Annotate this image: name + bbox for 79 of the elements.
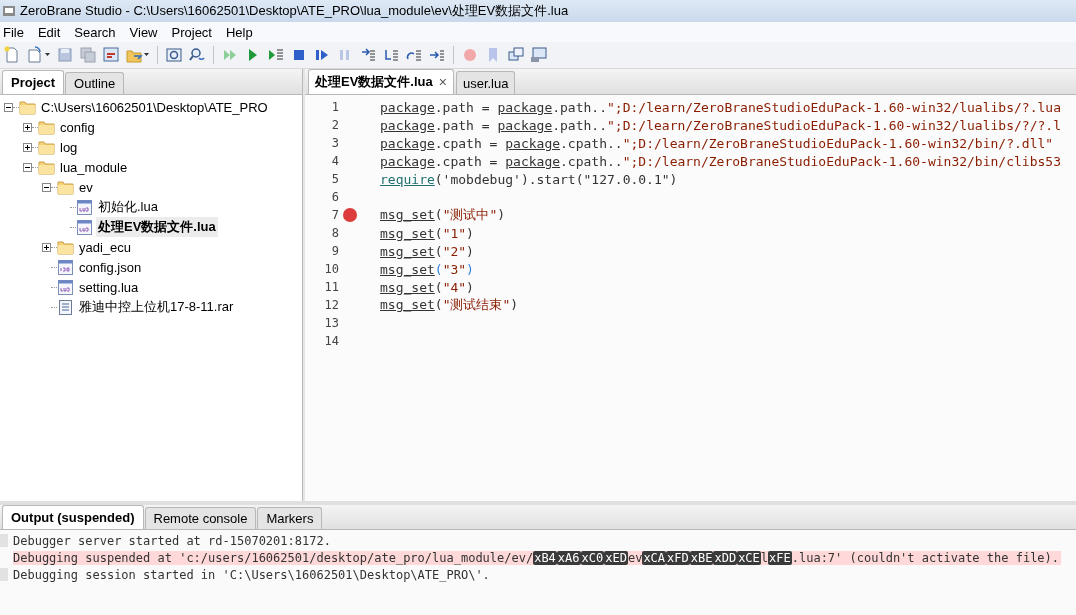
line-number: 13 bbox=[323, 316, 339, 330]
window-title: ZeroBrane Studio - C:\Users\16062501\Desktop\ATE_PRO\lua_module\ev\处理EV数据文件.lua bbox=[20, 2, 569, 20]
line-number: 5 bbox=[330, 172, 339, 186]
text-file-icon bbox=[57, 299, 74, 315]
window-list-icon[interactable] bbox=[102, 46, 120, 64]
menu-item[interactable]: Edit bbox=[34, 24, 68, 40]
code-line: package.cpath = package.cpath..";D:/learn/ZeroBraneStudioEduPack-1.60-win32/bin/clibs53 bbox=[380, 153, 1061, 169]
line-number: 1 bbox=[330, 100, 339, 114]
code-line: msg_set("4") bbox=[380, 279, 474, 295]
folder-icon bbox=[38, 159, 55, 175]
editor-tab[interactable]: 处理EV数据文件.lua × bbox=[308, 69, 454, 94]
line-number: 3 bbox=[330, 136, 339, 150]
lua-file-icon bbox=[76, 219, 93, 235]
tab-label[interactable]: user.lua bbox=[462, 75, 509, 91]
code-line: msg_set("测试结束") bbox=[380, 296, 519, 314]
expand-icon[interactable] bbox=[42, 242, 51, 252]
code-line: msg_set("测试中") bbox=[380, 206, 506, 224]
step-into-icon[interactable] bbox=[359, 46, 377, 64]
open-file-icon[interactable] bbox=[26, 46, 44, 64]
monitor-icon[interactable] bbox=[530, 46, 548, 64]
code-line: msg_set("1") bbox=[380, 225, 474, 241]
breakpoint-icon[interactable] bbox=[343, 208, 357, 222]
code-line: package.path = package.path..";D:/learn/ZeroBraneStudioEduPack-1.60-win32/lualibs/?/?.l bbox=[380, 117, 1061, 133]
code-line: package.cpath = package.cpath..";D:/learn/ZeroBraneStudioEduPack-1.60-win32/bin/?.dll" bbox=[380, 135, 1054, 151]
lua-file-icon bbox=[57, 279, 74, 295]
line-number: 12 bbox=[323, 298, 339, 312]
line-number: 9 bbox=[330, 244, 339, 258]
find-icon[interactable] bbox=[165, 46, 183, 64]
tree-item[interactable]: setting.lua bbox=[77, 278, 141, 296]
code-line: msg_set("2") bbox=[380, 243, 474, 259]
line-number: 10 bbox=[323, 262, 339, 276]
line-number: 7 bbox=[330, 208, 339, 222]
code-line: package.path = package.path..";D:/learn/ZeroBraneStudioEduPack-1.60-win32/lualibs/?.lua bbox=[380, 99, 1061, 115]
tree-item[interactable]: 雅迪中控上位机17-8-11.rar bbox=[77, 297, 236, 317]
tree-item[interactable]: C:\Users\16062501\Desktop\ATE_PRO bbox=[39, 98, 270, 116]
tree-item[interactable]: log bbox=[58, 138, 80, 156]
code-line: require('mobdebug').start("127.0.0.1") bbox=[380, 171, 678, 187]
collapse-icon[interactable] bbox=[23, 162, 32, 172]
line-number: 14 bbox=[323, 334, 339, 348]
collapse-icon[interactable] bbox=[42, 182, 51, 192]
panel-tab[interactable]: Project bbox=[2, 70, 65, 94]
json-file-icon bbox=[57, 259, 74, 275]
tree-item[interactable]: 处理EV数据文件.lua bbox=[96, 217, 218, 237]
tree-item[interactable]: config bbox=[58, 118, 97, 136]
line-number: 4 bbox=[330, 154, 339, 168]
tree-item[interactable]: lua_module bbox=[58, 158, 130, 176]
folder-icon bbox=[19, 99, 36, 115]
expand-icon[interactable] bbox=[23, 122, 32, 132]
tab-label[interactable]: 处理EV数据文件.lua bbox=[315, 73, 433, 91]
folder-icon bbox=[57, 239, 74, 255]
app-icon bbox=[3, 5, 15, 17]
tree-item[interactable]: 初始化.lua bbox=[96, 197, 160, 217]
editor-tab[interactable]: user.lua bbox=[455, 71, 516, 94]
line-number: 11 bbox=[323, 280, 339, 294]
expand-icon[interactable] bbox=[23, 142, 32, 152]
folder-icon bbox=[38, 119, 55, 135]
folder-icon bbox=[57, 179, 74, 195]
code-line: msg_set("3") bbox=[380, 261, 474, 277]
line-number: 6 bbox=[330, 190, 339, 204]
panel-tab[interactable]: Outline bbox=[65, 72, 125, 94]
collapse-icon[interactable] bbox=[4, 102, 13, 112]
tree-item[interactable]: yadi_ecu bbox=[77, 238, 134, 256]
menu-item[interactable]: File bbox=[0, 24, 31, 40]
output-line: Debugging session started in 'C:\Users\16062501\Desktop\ATE_PRO\'. bbox=[13, 567, 491, 582]
tree-item[interactable]: config.json bbox=[77, 258, 144, 276]
menu-item[interactable]: Search bbox=[71, 24, 123, 40]
windows-icon[interactable] bbox=[507, 46, 525, 64]
tree-item[interactable]: ev bbox=[77, 178, 95, 196]
folder-icon bbox=[38, 139, 55, 155]
panel-tab[interactable]: Markers bbox=[257, 507, 323, 529]
menu-item[interactable]: Help bbox=[223, 24, 260, 40]
output-line: Debugger server started at rd-15070201:8172. bbox=[13, 533, 332, 548]
panel-tab[interactable]: Output (suspended) bbox=[2, 505, 144, 529]
lua-file-icon bbox=[76, 199, 93, 215]
menu-item[interactable]: Project bbox=[168, 24, 219, 40]
line-number: 8 bbox=[330, 226, 339, 240]
panel-tab[interactable]: Remote console bbox=[144, 507, 257, 529]
line-number: 2 bbox=[330, 118, 339, 132]
menu-item[interactable]: View bbox=[126, 24, 165, 40]
